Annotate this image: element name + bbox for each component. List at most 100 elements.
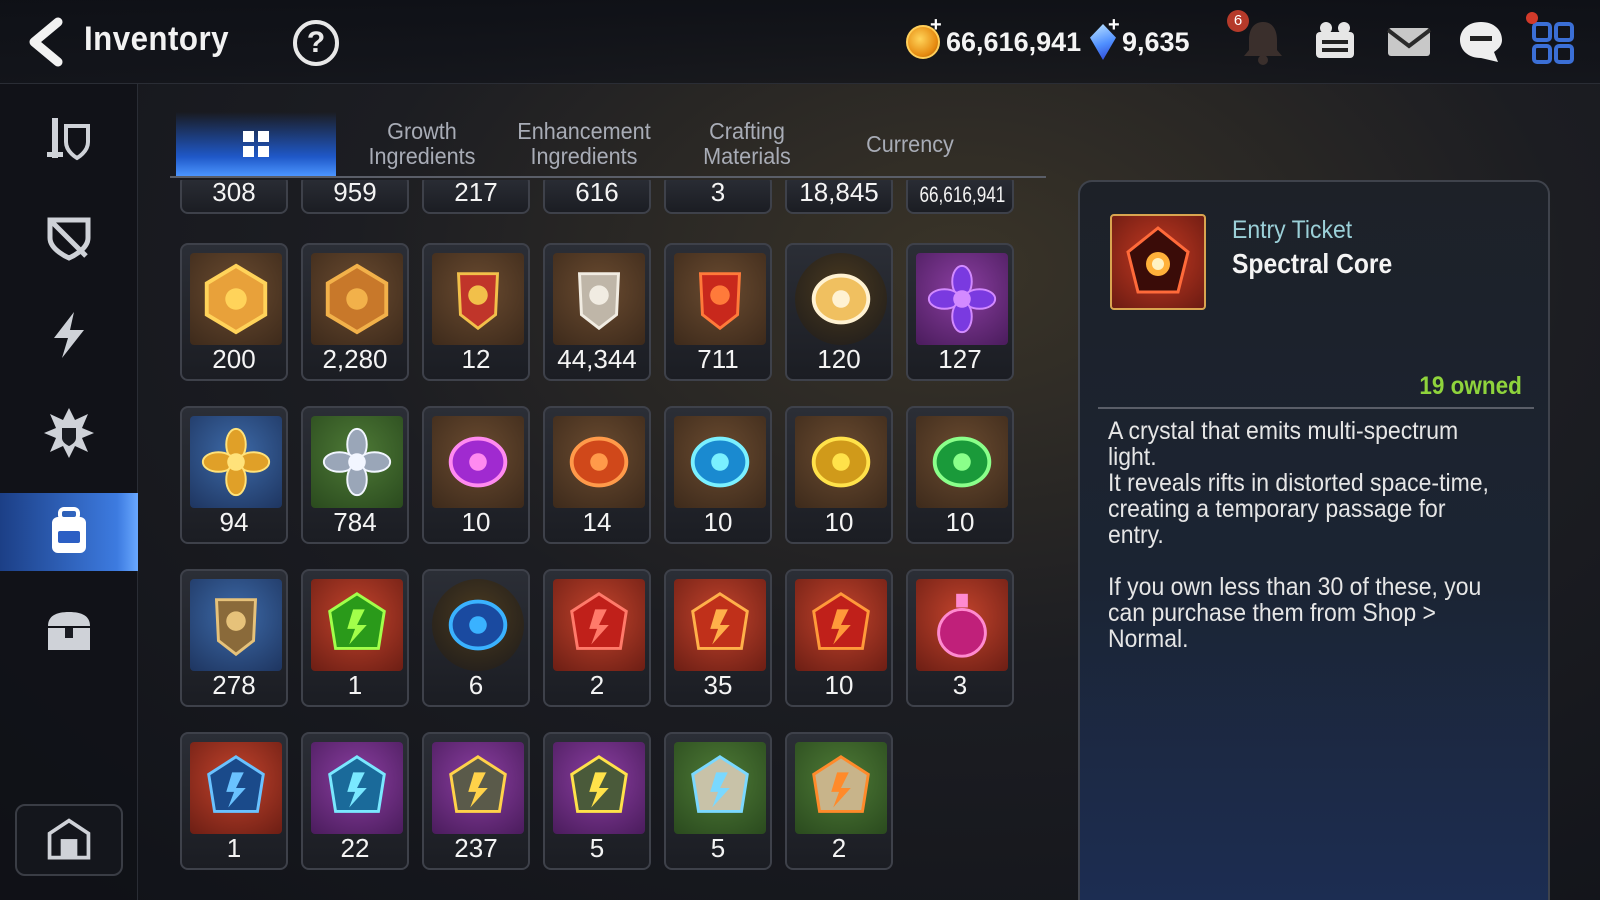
item-count: 237	[454, 833, 498, 863]
item-art	[190, 579, 282, 671]
chat-icon[interactable]	[1456, 18, 1506, 66]
inventory-item-partial[interactable]: 18,845	[785, 180, 893, 214]
spiked-emblem-icon	[44, 408, 94, 458]
item-count: 2	[831, 833, 847, 863]
inventory-item[interactable]: 200	[180, 243, 288, 381]
item-count: 1	[347, 670, 363, 700]
purple-rune-icon	[448, 436, 508, 488]
sidebar-item-artifacts[interactable]	[0, 394, 138, 472]
sidebar-item-equipment[interactable]	[0, 100, 138, 178]
crystal-currency[interactable]: + 9,635	[1090, 14, 1190, 62]
orange-rune-icon	[569, 436, 629, 488]
storage-button[interactable]	[15, 804, 123, 876]
crystal-plus-icon: +	[1108, 14, 1120, 36]
inventory-item[interactable]: 784	[301, 406, 409, 544]
inventory-item-partial[interactable]: 66,616,941	[906, 180, 1014, 214]
friends-icon[interactable]	[1310, 18, 1360, 66]
inventory-item[interactable]: 6	[422, 569, 530, 707]
inventory-item[interactable]: 3	[906, 569, 1014, 707]
inventory-item[interactable]: 2	[785, 732, 893, 870]
item-count: 6	[468, 670, 484, 700]
tab-currency[interactable]: Currency	[835, 112, 985, 176]
page-title: Inventory	[84, 20, 229, 58]
item-art	[916, 253, 1008, 345]
bolt-stone-icon	[570, 755, 628, 813]
menu-grid-icon[interactable]	[1528, 18, 1578, 66]
inventory-item[interactable]: 14	[543, 406, 651, 544]
tab-divider	[170, 176, 1046, 178]
grid-view-icon	[243, 131, 269, 157]
inventory-item[interactable]: 2,280	[301, 243, 409, 381]
item-count: 959	[333, 180, 377, 207]
inventory-item[interactable]: 44,344	[543, 243, 651, 381]
mail-icon[interactable]	[1384, 18, 1434, 66]
inventory-item[interactable]: 35	[664, 569, 772, 707]
item-art	[190, 742, 282, 834]
cyan-rune-icon	[690, 436, 750, 488]
help-icon[interactable]: ?	[293, 20, 339, 66]
backpack-icon	[52, 507, 86, 553]
blue-stone-icon	[207, 755, 265, 813]
inventory-item[interactable]: 1	[180, 732, 288, 870]
item-art	[795, 416, 887, 508]
inventory-item-partial[interactable]: 308	[180, 180, 288, 214]
inventory-item[interactable]: 278	[180, 569, 288, 707]
inventory-item[interactable]: 127	[906, 243, 1014, 381]
item-art	[553, 416, 645, 508]
inventory-item[interactable]: 22	[301, 732, 409, 870]
inventory-item[interactable]: 1	[301, 569, 409, 707]
sidebar-item-energy[interactable]	[0, 296, 138, 374]
banner-icon	[456, 272, 500, 331]
item-count: 1	[226, 833, 242, 863]
white-star-gem-icon	[691, 755, 749, 813]
tab-enhancement-ingredients[interactable]: Enhancement Ingredients	[509, 112, 659, 176]
inventory-item[interactable]: 120	[785, 243, 893, 381]
item-count: 2,280	[322, 344, 388, 374]
item-count: 14	[582, 507, 612, 537]
tab-growth-ingredients[interactable]: Growth Ingredients	[347, 112, 497, 176]
inventory-item[interactable]: 10	[664, 406, 772, 544]
gold-flower-icon	[201, 427, 271, 497]
tab-all[interactable]	[176, 112, 336, 176]
item-art	[432, 742, 524, 834]
inventory-item[interactable]: 94	[180, 406, 288, 544]
gold-currency[interactable]: + 66,616,941	[906, 14, 1081, 62]
item-count: 217	[454, 180, 498, 207]
silver-flower-icon	[322, 427, 392, 497]
tab-crafting-materials[interactable]: Crafting Materials	[672, 112, 822, 176]
inventory-item-partial[interactable]: 959	[301, 180, 409, 214]
inventory-item-partial[interactable]: 217	[422, 180, 530, 214]
sidebar-item-chests[interactable]	[0, 592, 138, 670]
sidebar-item-broken-gear[interactable]	[0, 198, 138, 276]
inventory-item[interactable]: 10	[906, 406, 1014, 544]
item-art	[190, 416, 282, 508]
gold-hammer-stone-icon	[449, 755, 507, 813]
item-art	[674, 253, 766, 345]
item-count: 22	[340, 833, 370, 863]
pink-potion-icon	[937, 593, 987, 658]
green-rune-icon	[932, 436, 992, 488]
item-thumbnail	[1110, 214, 1206, 310]
item-count: 10	[461, 507, 491, 537]
sidebar-item-inventory[interactable]	[0, 493, 138, 571]
inventory-item[interactable]: 237	[422, 732, 530, 870]
top-bar: Inventory ? + 66,616,941 + 9,635 6	[0, 0, 1600, 84]
inventory-item[interactable]: 10	[422, 406, 530, 544]
inventory-item[interactable]: 2	[543, 569, 651, 707]
item-count: 66,616,941	[919, 182, 1006, 207]
back-arrow-icon[interactable]	[22, 16, 72, 68]
inventory-item[interactable]: 5	[664, 732, 772, 870]
item-art	[553, 742, 645, 834]
item-count: 18,845	[799, 180, 879, 207]
inventory-item[interactable]: 5	[543, 732, 651, 870]
item-art	[553, 253, 645, 345]
inventory-item[interactable]: 10	[785, 569, 893, 707]
inventory-item[interactable]: 711	[664, 243, 772, 381]
item-art	[674, 742, 766, 834]
inventory-item[interactable]: 10	[785, 406, 893, 544]
detail-divider	[1098, 407, 1534, 409]
inventory-item-partial[interactable]: 3	[664, 180, 772, 214]
weapon-armor-icon	[47, 118, 90, 161]
inventory-item-partial[interactable]: 616	[543, 180, 651, 214]
inventory-item[interactable]: 12	[422, 243, 530, 381]
